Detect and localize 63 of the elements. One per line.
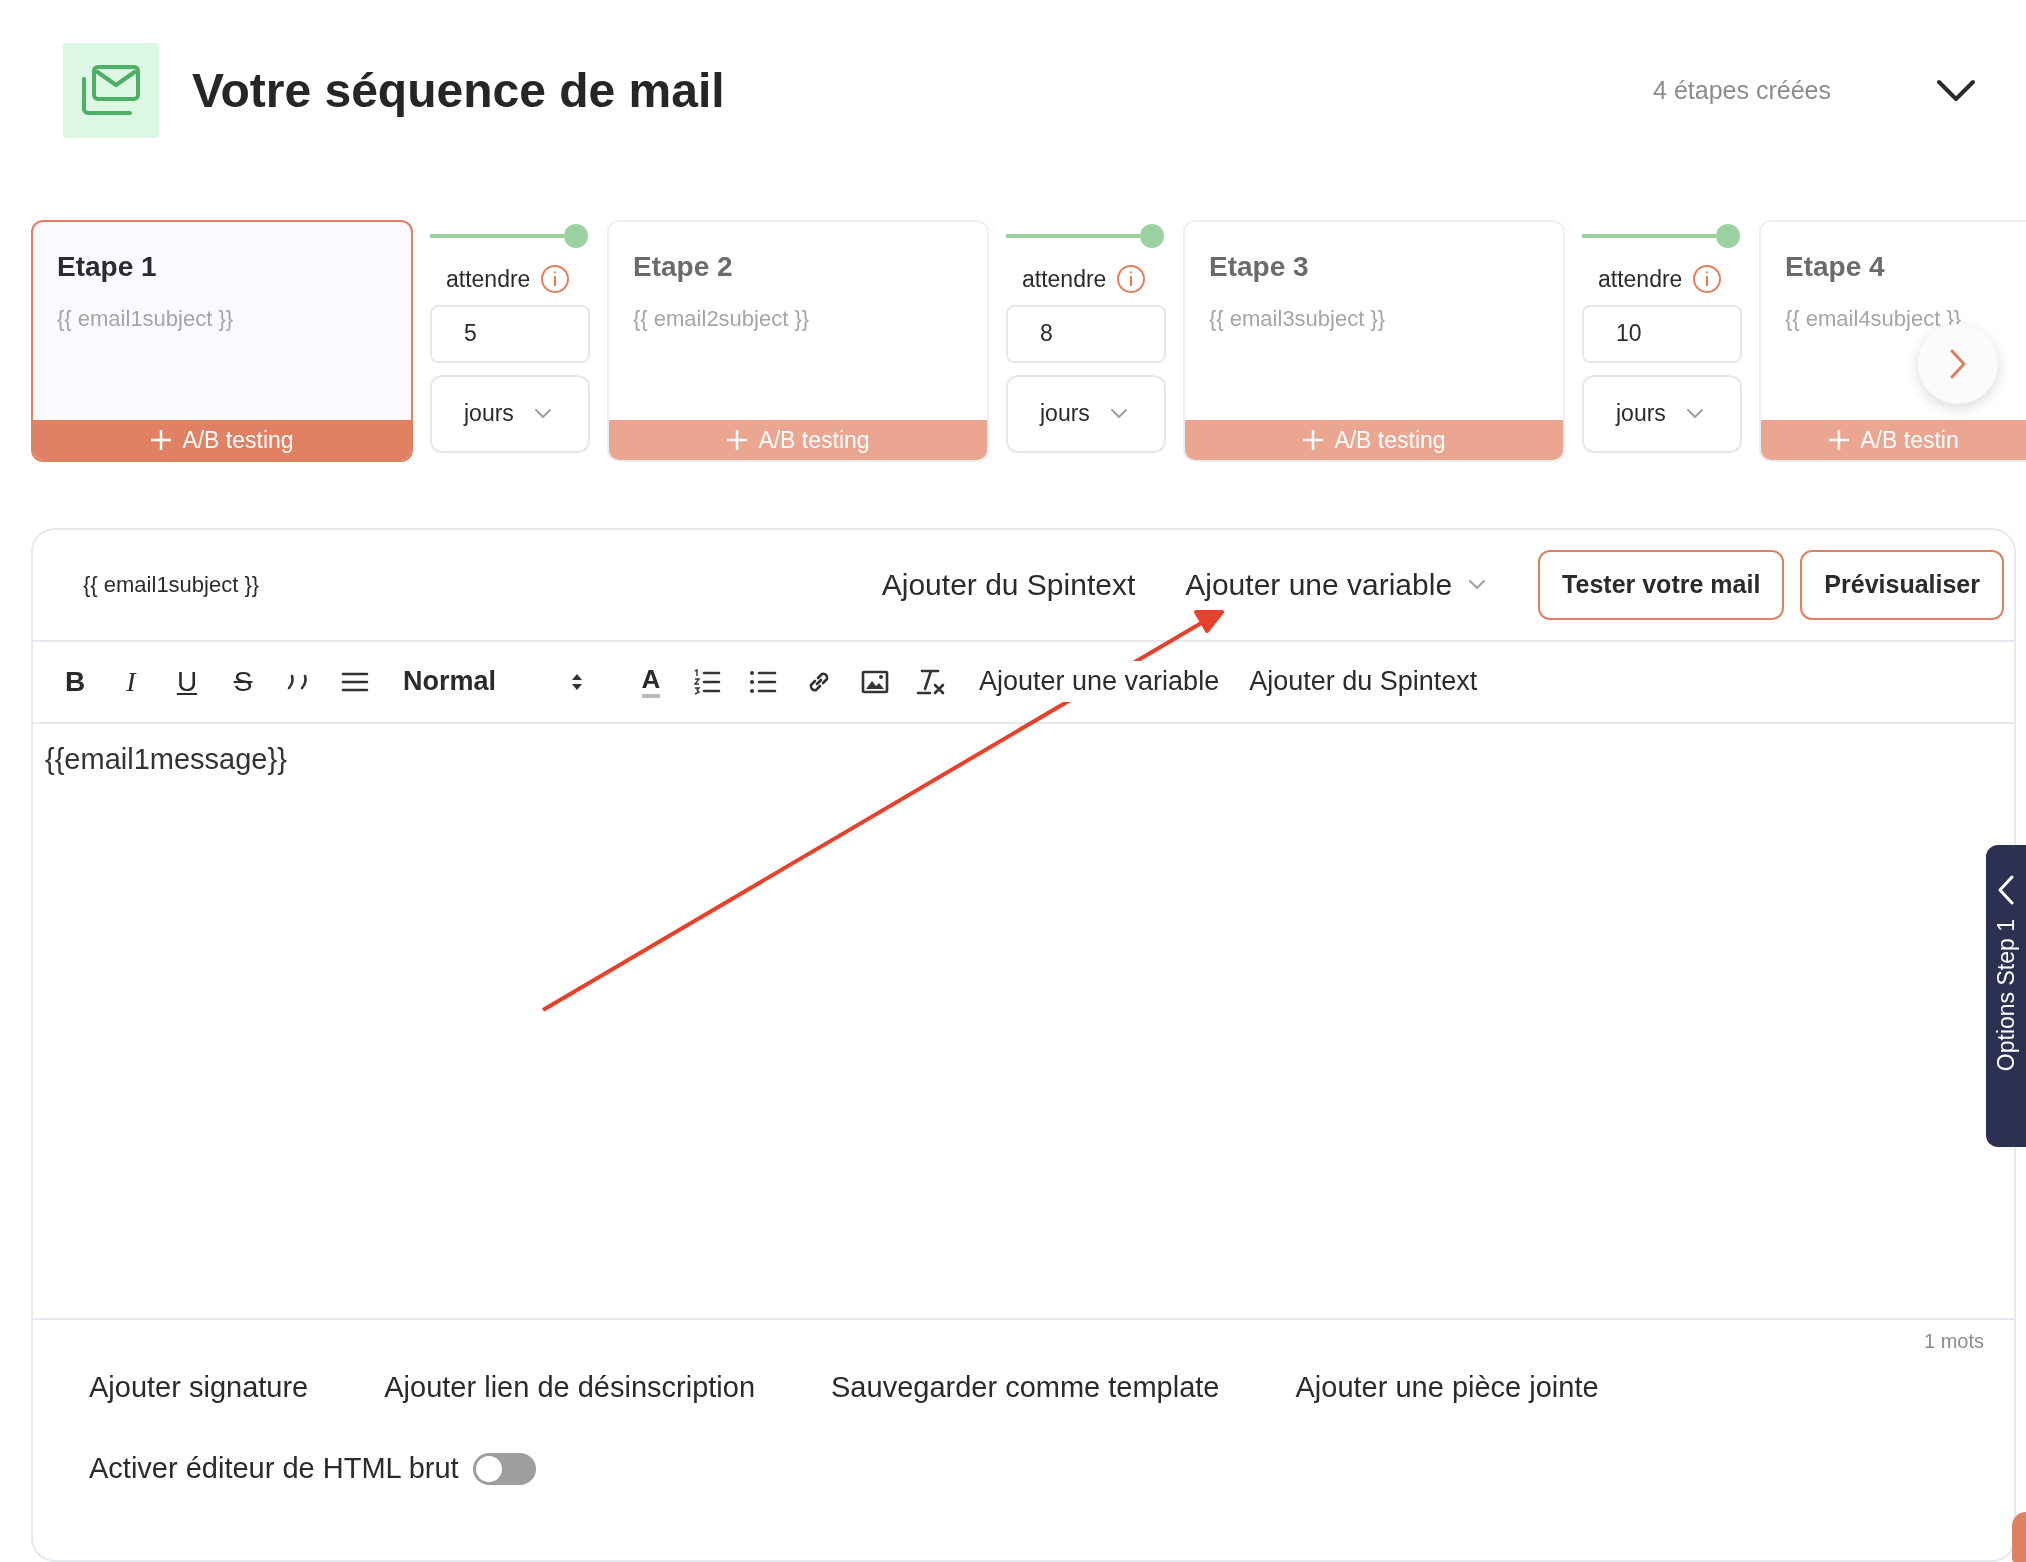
clear-format-icon[interactable] (916, 667, 946, 696)
step-subject: {{ email2subject }} (633, 305, 810, 333)
toolbar-text-button[interactable]: Ajouter une variable (979, 661, 1220, 702)
chevron-down-icon (533, 408, 552, 419)
step-title: Etape 1 (57, 250, 157, 284)
chevron-left-icon (1998, 875, 2014, 905)
page-title: Votre séquence de mail (192, 62, 725, 119)
delay-input[interactable]: 5 (430, 304, 590, 363)
unit-select[interactable]: jours (430, 374, 590, 453)
steps-count: 4 étapes créées (1653, 74, 1831, 106)
step-card[interactable]: Etape 3 {{ email3subject }} A/B testing (1183, 220, 1565, 462)
underline-button[interactable]: U (176, 660, 198, 703)
plus-icon (726, 429, 749, 451)
chevron-down-icon[interactable] (1936, 78, 1976, 103)
side-options-tab[interactable]: Options Step 1 (1986, 845, 2026, 1147)
heading-select[interactable]: Normal (383, 661, 623, 702)
step-card[interactable]: Etape 1 {{ email1subject }} A/B testing (31, 220, 413, 462)
wait-label: attendre (446, 265, 531, 294)
strikethrough-button[interactable]: S (233, 660, 253, 703)
align-icon[interactable] (341, 670, 369, 693)
chevron-down-icon (1109, 408, 1128, 419)
message-text: {{email1message}} (45, 741, 287, 777)
wait-label: attendre (1022, 265, 1107, 294)
bullet-list-icon[interactable] (749, 669, 777, 694)
info-icon[interactable] (1692, 264, 1723, 295)
step-subject: {{ email3subject }} (1209, 305, 1386, 333)
wait-label: attendre (1598, 265, 1683, 294)
subject-field[interactable]: {{ email1subject }} (83, 568, 260, 602)
bold-button[interactable]: B (64, 660, 86, 703)
word-count: 1 mots (1923, 1328, 1984, 1354)
step-card[interactable]: Etape 2 {{ email2subject }} A/B testing (607, 220, 989, 462)
step-subject: {{ email1subject }} (57, 305, 234, 333)
step-title: Etape 2 (633, 250, 733, 284)
plus-icon (150, 429, 173, 451)
image-icon[interactable] (861, 669, 889, 694)
action-link[interactable]: Sauvegarder comme template (831, 1365, 1220, 1410)
variable-dropdown[interactable]: Ajouter une variable (1185, 562, 1487, 608)
test-mail-button[interactable]: Tester votre mail (1538, 549, 1785, 620)
floating-button[interactable] (2012, 1512, 2026, 1562)
action-link[interactable]: Ajouter signature (89, 1365, 309, 1410)
mail-icon (80, 64, 142, 117)
preview-button[interactable]: Prévisualiser (1800, 549, 2004, 620)
ordered-list-icon[interactable] (693, 668, 721, 695)
step-title: Etape 4 (1785, 250, 1885, 284)
info-icon[interactable] (540, 264, 571, 295)
delay-input[interactable]: 8 (1006, 304, 1166, 363)
chevron-right-icon (1949, 348, 1967, 380)
unit-select[interactable]: jours (1582, 374, 1742, 453)
action-link[interactable]: Ajouter lien de désinscription (384, 1365, 756, 1410)
action-link[interactable]: Ajouter une pièce jointe (1295, 1365, 1599, 1410)
delay-input[interactable]: 10 (1582, 304, 1742, 363)
spintext-button[interactable]: Ajouter du Spintext (881, 562, 1136, 608)
plus-icon (1828, 429, 1851, 451)
toggle-label: Activer éditeur de HTML brut (89, 1451, 459, 1487)
unit-select[interactable]: jours (1006, 374, 1166, 453)
info-icon[interactable] (1116, 264, 1147, 295)
text-color-button[interactable]: A (641, 665, 661, 698)
chevron-down-icon (1685, 408, 1704, 419)
plus-icon (1302, 429, 1325, 451)
chevron-down-icon (1468, 579, 1487, 591)
italic-button[interactable]: I (126, 660, 136, 703)
step-title: Etape 3 (1209, 250, 1309, 284)
raw-html-toggle[interactable] (472, 1452, 536, 1485)
